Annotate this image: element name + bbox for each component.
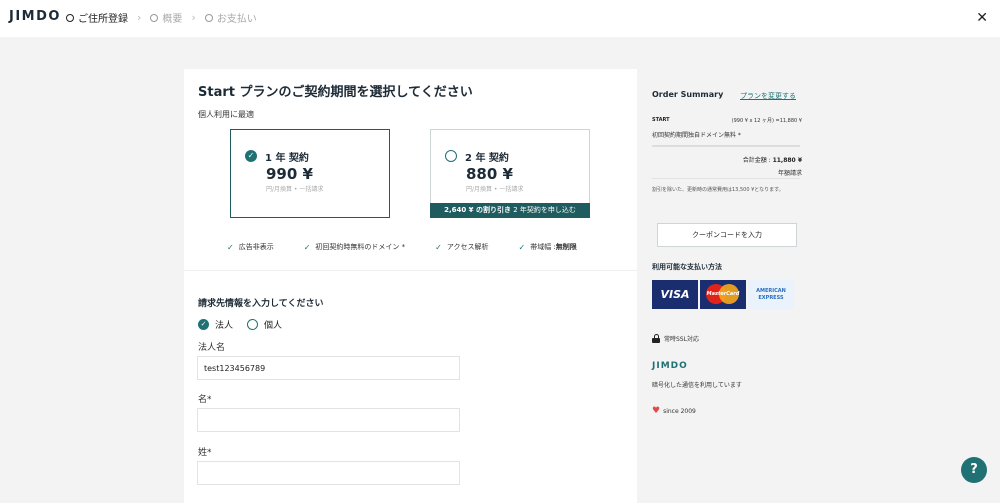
step-label: ご住所登録 — [78, 14, 128, 25]
plan-option-1-year[interactable]: ✓ 1 年 契約 990 ¥ 円/月換算 • 一括請求 — [230, 129, 390, 218]
jimdo-logo: JIMDO — [652, 361, 688, 371]
step-label: 概要 — [162, 14, 183, 25]
last-name-label: 姓* — [198, 448, 212, 458]
divider — [184, 270, 637, 271]
price-calculation: (990 ¥ x 12 ヶ月) =11,880 ¥ — [731, 118, 802, 124]
plan-code: START — [652, 117, 670, 123]
plan-name: 2 年 契約 — [465, 153, 509, 164]
mastercard-text: MasterCard — [706, 291, 740, 297]
payment-methods: VISA MasterCard AMERICAN EXPRESS — [652, 280, 796, 309]
billing-title: 請求先情報を入力してください — [198, 299, 324, 309]
plan-note: 円/月換算 • 一括請求 — [266, 186, 324, 193]
amex-text: AMERICAN EXPRESS — [756, 288, 786, 302]
lock-icon — [652, 334, 660, 343]
radio-icon — [247, 319, 259, 330]
plan-subtitle: 個人利用に最適 — [198, 110, 254, 119]
radio-icon — [445, 150, 457, 162]
step-overview: 概要 — [150, 10, 182, 25]
change-plan-link[interactable]: プランを変更する — [740, 91, 796, 101]
discount-banner[interactable]: 2,640 ¥ の割り引き 2 年契約を申し込む — [430, 203, 590, 218]
step-circle-icon — [204, 13, 213, 22]
feature-item: ✓ アクセス解析 — [435, 242, 488, 252]
plan-card: Start プランのご契約期間を選択してください 個人利用に最適 ✓ 1 年 契… — [184, 69, 637, 503]
coupon-button[interactable]: クーポンコードを入力 — [657, 223, 797, 247]
domain-note: 初回契約期間独自ドメイン無料 * — [652, 132, 741, 139]
amex-icon: AMERICAN EXPRESS — [748, 280, 794, 309]
feature-list: ✓ 広告非表示 ✓ 初回契約時無料のドメイン * ✓ アクセス解析 ✓ 帯域幅 … — [227, 242, 577, 252]
billing-period: 年額請求 — [777, 170, 802, 177]
total-value: 11,880 ¥ — [772, 157, 802, 164]
since-text: since 2009 — [663, 407, 696, 415]
heart-icon: ♥ — [652, 406, 661, 416]
check-circle-icon: ✓ — [245, 150, 257, 162]
discount-amount: 2,640 ¥ の割り引き — [444, 206, 511, 214]
step-address: ご住所登録 — [66, 10, 128, 25]
top-bar: JIMDO ご住所登録 › 概要 › お支払い ✕ — [0, 0, 1000, 37]
discount-text: 2 年契約を申し込む — [510, 206, 576, 214]
renewal-note: 割引を除いた、更新時の通常費用は13,500 ¥となります。 — [652, 187, 784, 193]
radio-label: 個人 — [264, 321, 283, 331]
feature-text: 広告非表示 — [238, 243, 274, 251]
company-name-label: 法人名 — [198, 343, 226, 353]
feature-value: 無制限 — [555, 243, 577, 251]
check-icon: ✓ — [303, 242, 311, 252]
plan-option-2-year[interactable]: 2 年 契約 880 ¥ 円/月換算 • 一括請求 2,640 ¥ の割り引き … — [430, 129, 590, 218]
check-circle-icon: ✓ — [198, 319, 209, 330]
plan-price: 880 ¥ — [466, 165, 513, 183]
first-name-input[interactable] — [197, 408, 460, 432]
first-name-label: 名* — [198, 395, 212, 405]
customer-type-group: ✓ 法人 個人 — [198, 318, 296, 331]
feature-text: 初回契約時無料のドメイン * — [315, 243, 406, 251]
step-circle-icon — [66, 13, 74, 22]
step-circle-icon — [150, 13, 159, 22]
visa-icon: VISA — [652, 280, 698, 309]
radio-individual[interactable]: 個人 — [247, 318, 282, 331]
divider — [652, 145, 800, 147]
check-icon: ✓ — [518, 242, 526, 252]
feature-item: ✓ 帯域幅 : 無制限 — [519, 242, 577, 252]
total-label: 合計金額 : — [742, 157, 773, 164]
step-label: お支払い — [216, 14, 257, 25]
checkout-steps: ご住所登録 › 概要 › お支払い — [66, 10, 257, 25]
feature-text: 帯域幅 : — [530, 243, 556, 251]
order-summary-title: Order Summary — [652, 90, 724, 99]
plan-price: 990 ¥ — [266, 165, 313, 183]
radio-label: 法人 — [215, 321, 234, 331]
check-icon: ✓ — [435, 242, 442, 252]
plan-note: 円/月換算 • 一括請求 — [466, 186, 524, 193]
help-button[interactable]: ? — [961, 457, 987, 483]
amex-line: EXPRESS — [758, 294, 784, 301]
jimdo-logo[interactable]: JIMDO — [9, 9, 61, 24]
feature-item: ✓ 初回契約時無料のドメイン * — [304, 242, 405, 252]
since-badge: ♥ since 2009 — [652, 406, 696, 416]
step-payment: お支払い — [204, 10, 257, 25]
check-icon: ✓ — [227, 242, 234, 252]
close-icon[interactable]: ✕ — [976, 10, 988, 26]
encryption-note: 暗号化した通信を利用しています — [652, 382, 742, 389]
plan-name: 1 年 契約 — [265, 153, 309, 164]
chevron-right-icon: › — [137, 11, 142, 24]
company-name-input[interactable] — [197, 356, 460, 380]
feature-item: ✓ 広告非表示 — [227, 242, 274, 252]
ssl-text: 常時SSL対応 — [664, 336, 699, 343]
last-name-input[interactable] — [197, 461, 460, 485]
payment-methods-title: 利用可能な支払い方法 — [652, 263, 722, 271]
chevron-right-icon: › — [191, 11, 196, 24]
total-amount: 合計金額 : 11,880 ¥ — [743, 155, 802, 164]
ssl-badge: 常時SSL対応 — [652, 334, 699, 343]
mastercard-icon: MasterCard — [700, 280, 746, 309]
page-title: Start プランのご契約期間を選択してください — [198, 85, 473, 100]
amex-line: AMERICAN — [756, 287, 786, 294]
radio-company[interactable]: ✓ 法人 — [198, 318, 233, 331]
feature-text: アクセス解析 — [446, 243, 489, 251]
divider — [652, 178, 800, 179]
